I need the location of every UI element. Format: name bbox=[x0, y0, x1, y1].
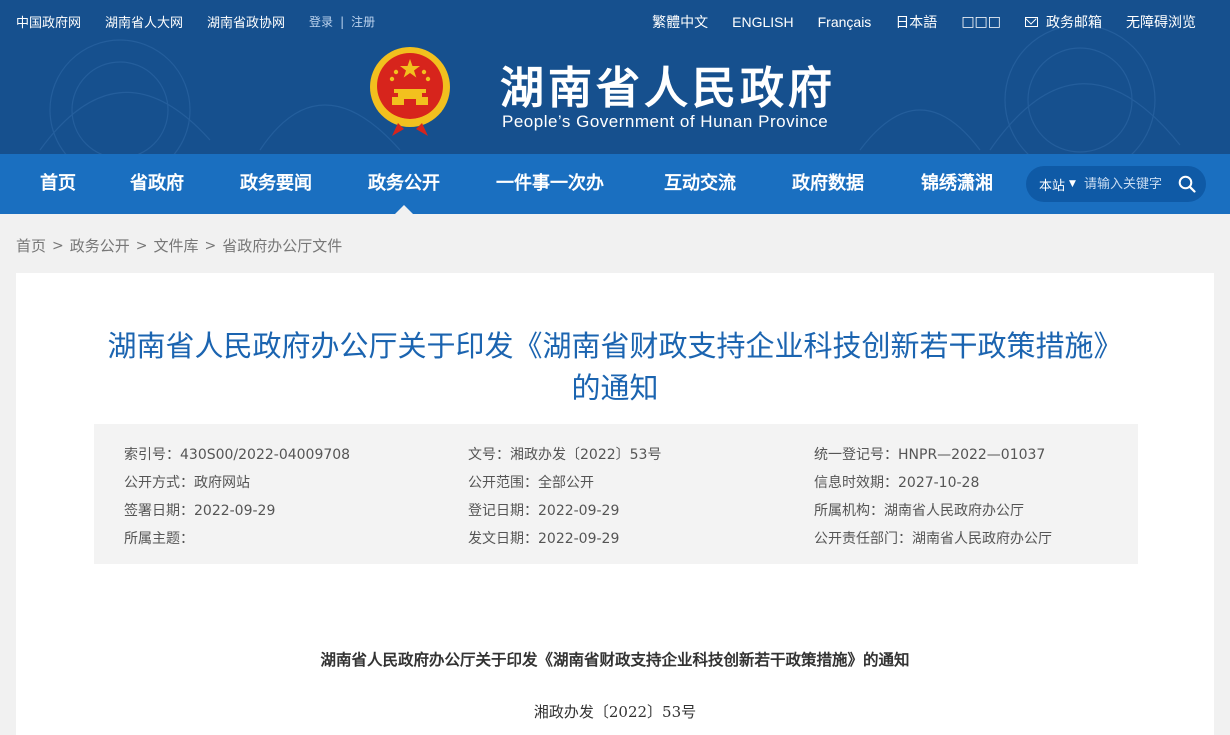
mailbox-link[interactable]: 政务邮箱 bbox=[1025, 12, 1102, 32]
meta-sign-date: 签署日期：2022-09-29 bbox=[124, 503, 276, 519]
link-hunan-cppcc[interactable]: 湖南省政协网 bbox=[207, 12, 285, 31]
document-card: 湖南省人民政府办公厅关于印发《湖南省财政支持企业科技创新若干政策措施》 的通知 … bbox=[16, 273, 1214, 735]
meta-validity: 信息时效期：2027-10-28 bbox=[814, 475, 980, 491]
login-separator: | bbox=[340, 14, 345, 29]
chevron-down-icon[interactable]: ▼ bbox=[1069, 179, 1076, 189]
breadcrumb-office-files[interactable]: 省政府办公厅文件 bbox=[222, 235, 342, 256]
search-box: 本站 ▼ bbox=[1026, 166, 1206, 202]
nav-provincial-gov[interactable]: 省政府 bbox=[130, 154, 184, 214]
breadcrumb-separator: > bbox=[204, 237, 217, 254]
meta-reg-date: 登记日期：2022-09-29 bbox=[468, 503, 620, 519]
link-gov-cn[interactable]: 中国政府网 bbox=[16, 12, 81, 31]
document-title-line1: 湖南省人民政府办公厅关于印发《湖南省财政支持企业科技创新若干政策措施》 bbox=[107, 329, 1123, 363]
login-link[interactable]: 登录 bbox=[309, 13, 333, 30]
nav-jinxiu-xiaoxiang[interactable]: 锦绣潇湘 bbox=[921, 154, 993, 214]
nav-government-data[interactable]: 政府数据 bbox=[792, 154, 864, 214]
breadcrumb-home[interactable]: 首页 bbox=[16, 235, 46, 256]
japanese-link[interactable]: 日本語 bbox=[895, 12, 937, 32]
site-title: 湖南省人民政府 bbox=[500, 63, 836, 114]
link-hunan-npc[interactable]: 湖南省人大网 bbox=[105, 12, 183, 31]
document-title-line2: 的通知 bbox=[571, 371, 659, 405]
meta-index-no: 索引号：430S00/2022-04009708 bbox=[124, 447, 351, 463]
meta-publish-scope: 公开范围：全部公开 bbox=[468, 475, 594, 491]
document-body-doc-number: 湘政办发〔2022〕53号 bbox=[533, 703, 697, 721]
nav-interaction[interactable]: 互动交流 bbox=[664, 154, 736, 214]
mail-icon bbox=[1025, 17, 1038, 27]
national-emblem-icon bbox=[370, 47, 450, 136]
site-header: 中国政府网 湖南省人大网 湖南省政协网 登录 | 注册 繁體中文 ENGLISH… bbox=[0, 0, 1230, 154]
meta-responsible-dept: 公开责任部门：湖南省人民政府办公厅 bbox=[814, 531, 1052, 547]
breadcrumb: 首页 > 政务公开 > 文件库 > 省政府办公厅文件 bbox=[16, 235, 342, 256]
nav-one-stop-service[interactable]: 一件事一次办 bbox=[496, 154, 604, 214]
nav-home[interactable]: 首页 bbox=[40, 154, 76, 214]
nav-government-news[interactable]: 政务要闻 bbox=[240, 154, 312, 214]
search-scope-select[interactable]: 本站 bbox=[1039, 175, 1065, 194]
other-language-link[interactable]: □□□ bbox=[961, 14, 1001, 30]
breadcrumb-gov-affairs[interactable]: 政务公开 bbox=[70, 235, 130, 256]
breadcrumb-separator: > bbox=[135, 237, 148, 254]
french-link[interactable]: Français bbox=[818, 14, 872, 30]
document-body-title: 湖南省人民政府办公厅关于印发《湖南省财政支持企业科技创新若干政策措施》的通知 bbox=[320, 650, 910, 669]
nav-government-affairs-disclosure[interactable]: 政务公开 bbox=[368, 154, 440, 214]
breadcrumb-separator: > bbox=[52, 237, 64, 254]
mailbox-label: 政务邮箱 bbox=[1046, 15, 1102, 31]
search-icon[interactable] bbox=[1178, 175, 1196, 193]
search-input[interactable] bbox=[1083, 176, 1170, 192]
traditional-chinese-link[interactable]: 繁體中文 bbox=[652, 12, 708, 32]
meta-doc-no: 文号：湘政办发〔2022〕53号 bbox=[468, 447, 662, 463]
english-link[interactable]: ENGLISH bbox=[732, 14, 793, 30]
register-link[interactable]: 注册 bbox=[351, 13, 375, 30]
top-left-links: 中国政府网 湖南省人大网 湖南省政协网 登录 | 注册 bbox=[16, 12, 375, 32]
meta-agency: 所属机构：湖南省人民政府办公厅 bbox=[814, 503, 1024, 519]
document-title: 湖南省人民政府办公厅关于印发《湖南省财政支持企业科技创新若干政策措施》 的通知 bbox=[16, 325, 1214, 409]
site-subtitle: People’s Government of Hunan Province bbox=[502, 112, 829, 131]
breadcrumb-file-library[interactable]: 文件库 bbox=[154, 235, 199, 256]
meta-issue-date: 发文日期：2022-09-29 bbox=[468, 531, 620, 547]
accessibility-link[interactable]: 无障碍浏览 bbox=[1126, 12, 1196, 32]
top-right-links: 繁體中文 ENGLISH Français 日本語 □□□ 政务邮箱 无障碍浏览 bbox=[652, 12, 1196, 32]
meta-publish-method: 公开方式：政府网站 bbox=[124, 475, 250, 491]
meta-unified-reg-no: 统一登记号：HNPR—2022—01037 bbox=[814, 447, 1046, 463]
document-metadata-table: 索引号：430S00/2022-04009708 文号：湘政办发〔2022〕53… bbox=[94, 424, 1138, 564]
meta-theme: 所属主题： bbox=[124, 531, 194, 547]
